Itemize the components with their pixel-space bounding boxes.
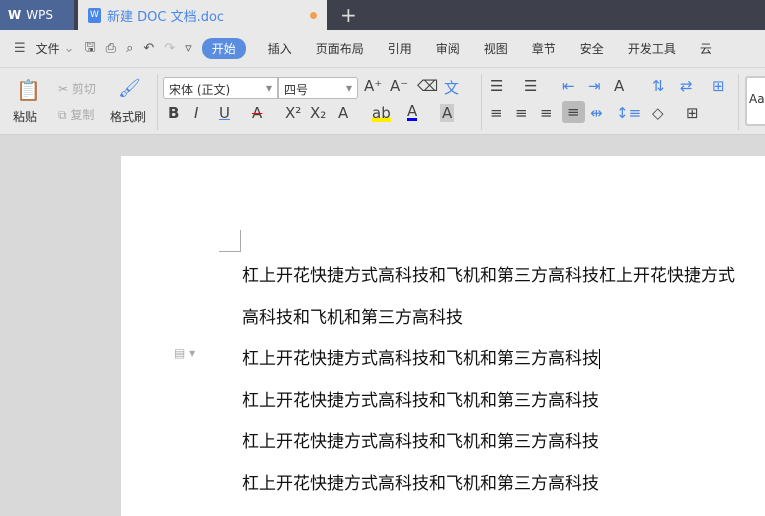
numbered-list-icon[interactable]: ☰ xyxy=(524,77,537,95)
bold-icon[interactable]: B xyxy=(168,104,179,122)
tab-insert[interactable]: 插入 xyxy=(268,40,292,57)
tab-review[interactable]: 审阅 xyxy=(436,40,460,57)
align-right-icon[interactable]: ≡ xyxy=(540,104,553,122)
borders-icon[interactable]: ⊞ xyxy=(686,104,699,122)
menu-hamburger-icon[interactable]: ☰ xyxy=(14,41,26,56)
print-icon[interactable]: ⎙ xyxy=(106,41,116,56)
align-left-icon[interactable]: ≡ xyxy=(490,104,503,122)
distributed-icon[interactable]: ⇹ xyxy=(590,104,603,122)
increase-indent-icon[interactable]: ⇥ xyxy=(588,77,601,95)
tab-developer[interactable]: 开发工具 xyxy=(628,40,676,57)
chevron-down-icon[interactable]: ⌄ xyxy=(64,41,75,56)
ribbon-toolbar: 📋 粘贴 ✂ 剪切 ⧉ 复制 🖌 格式刷 宋体 (正文) ▾ 四号 ▾ A⁺ A⁻ … xyxy=(0,68,765,135)
document-page[interactable] xyxy=(121,156,765,516)
grow-font-icon[interactable]: A⁺ xyxy=(364,77,382,95)
paragraph-handle-icon[interactable]: ▤ ▾ xyxy=(174,346,195,360)
superscript-icon[interactable]: X² xyxy=(285,104,301,122)
unsaved-dot-icon xyxy=(310,12,317,19)
new-tab-button[interactable]: + xyxy=(340,3,357,27)
document-tab[interactable]: W 新建 DOC 文档.doc xyxy=(78,0,327,30)
text-line: 杠上开花快捷方式高科技和飞机和第三方高科技 xyxy=(242,474,599,494)
highlight-icon[interactable]: ab xyxy=(372,104,391,122)
redo-icon[interactable]: ↷ xyxy=(164,41,175,56)
save-icon[interactable]: 🖫 xyxy=(85,38,96,60)
underline-icon[interactable]: U xyxy=(219,104,230,122)
justify-icon[interactable]: ≡ xyxy=(562,101,585,123)
text-line: 杠上开花快捷方式高科技和飞机和第三方高科技 xyxy=(242,432,599,452)
font-name-select[interactable]: 宋体 (正文) ▾ xyxy=(163,77,278,99)
text-line: 杠上开花快捷方式高科技和飞机和第三方高科技 xyxy=(242,349,600,369)
format-painter-button[interactable]: 格式刷 xyxy=(110,108,146,125)
undo-icon[interactable]: ↶ xyxy=(143,41,154,56)
text-line: 杠上开花快捷方式高科技和飞机和第三方高科技 xyxy=(242,391,599,411)
tab-cloud[interactable]: 云 xyxy=(700,40,712,57)
shading-icon[interactable]: ◇ xyxy=(652,104,664,122)
tab-view[interactable]: 视图 xyxy=(484,40,508,57)
tab-security[interactable]: 安全 xyxy=(580,40,604,57)
character-spacing-icon[interactable]: A xyxy=(614,77,624,95)
sort-icon[interactable]: ⇅ xyxy=(652,77,665,95)
strikethrough-icon[interactable]: A xyxy=(252,104,262,122)
align-center-icon[interactable]: ≡ xyxy=(515,104,528,122)
document-tab-title: 新建 DOC 文档.doc xyxy=(107,9,225,25)
text-line: 杠上开花快捷方式高科技和飞机和第三方高科技杠上开花快捷方式 xyxy=(242,266,735,286)
shrink-font-icon[interactable]: A⁻ xyxy=(390,77,408,95)
clear-format-icon[interactable]: ⌫ xyxy=(417,77,438,95)
quick-access-dropdown-icon[interactable]: ▿ xyxy=(185,41,192,56)
subscript-icon[interactable]: X₂ xyxy=(310,104,326,122)
file-menu[interactable]: 文件 xyxy=(36,40,60,57)
phonetic-guide-icon[interactable]: 文 xyxy=(444,77,459,98)
text-effect-icon[interactable]: A xyxy=(338,104,348,122)
doc-file-icon: W xyxy=(88,7,101,23)
tab-bar: W WPS W 新建 DOC 文档.doc + xyxy=(0,0,765,30)
bullet-list-icon[interactable]: ☰ xyxy=(490,77,503,95)
tab-home[interactable]: 开始 xyxy=(201,38,246,59)
tab-page-layout[interactable]: 页面布局 xyxy=(316,40,364,57)
paste-button[interactable]: 粘贴 xyxy=(13,108,37,125)
copy-button[interactable]: ⧉ 复制 xyxy=(58,106,94,123)
text-direction-icon[interactable]: ⇄ xyxy=(680,77,693,95)
text-cursor xyxy=(599,349,600,369)
tab-section[interactable]: 章节 xyxy=(532,40,556,57)
font-color-icon[interactable]: A xyxy=(407,104,418,121)
italic-icon[interactable]: I xyxy=(194,104,198,122)
format-painter-icon[interactable]: 🖌 xyxy=(118,78,141,99)
tab-references[interactable]: 引用 xyxy=(388,40,412,57)
paste-icon[interactable]: 📋 xyxy=(16,78,41,102)
menu-bar: ☰ 文件 ⌄ 🖫 ⎙ ⌕ ↶ ↷ ▿ 开始 插入 页面布局 引用 审阅 视图 章… xyxy=(0,30,765,68)
table-insert-icon[interactable]: ⊞ xyxy=(712,77,725,95)
text-line: 高科技和飞机和第三方高科技 xyxy=(242,308,463,328)
wps-home-tab[interactable]: W WPS xyxy=(0,0,74,30)
margin-corner-mark xyxy=(219,230,241,252)
wps-logo-icon: W xyxy=(8,8,22,22)
font-size-select[interactable]: 四号 ▾ xyxy=(278,77,358,99)
character-shading-icon[interactable]: A xyxy=(440,104,455,122)
decrease-indent-icon[interactable]: ⇤ xyxy=(562,77,575,95)
print-preview-icon[interactable]: ⌕ xyxy=(126,41,133,56)
cut-button[interactable]: ✂ 剪切 xyxy=(58,80,96,97)
style-preview[interactable]: AaBb xyxy=(745,76,765,126)
line-spacing-icon[interactable]: ↕≡ xyxy=(616,104,641,122)
